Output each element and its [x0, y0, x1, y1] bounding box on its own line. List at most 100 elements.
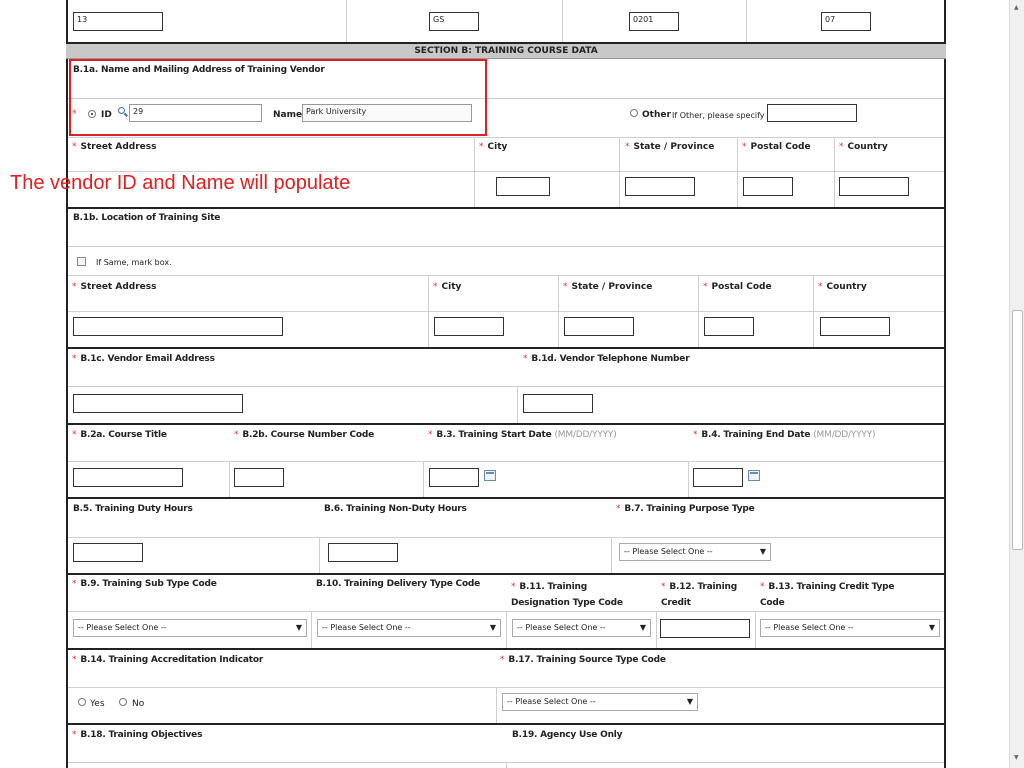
section-divider — [66, 723, 946, 725]
divider — [562, 0, 563, 42]
course-title-input[interactable] — [73, 468, 183, 487]
b19-label: B.19. Agency Use Only — [512, 730, 623, 740]
no-radio[interactable] — [119, 698, 127, 706]
source-type-select[interactable]: -- Please Select One -- ▼ — [502, 693, 698, 711]
b2a-label: * B.2a. Course Title — [72, 430, 167, 440]
divider — [68, 311, 944, 312]
vendor-state-label: * State / Province — [625, 142, 715, 152]
calendar-icon[interactable] — [748, 470, 760, 481]
site-postal-label: * Postal Code — [703, 282, 772, 292]
b6-label: B.6. Training Non-Duty Hours — [324, 504, 467, 514]
section-divider — [66, 347, 946, 349]
other-hint: If Other, please specify — [672, 111, 765, 120]
divider — [517, 386, 518, 423]
b11-label: * B.11. Training Designation Type Code — [511, 582, 623, 608]
section-divider — [66, 648, 946, 650]
calendar-icon[interactable] — [484, 470, 496, 481]
b13-label: * B.13. Training Credit Type Code — [760, 582, 895, 608]
vendor-country-label: * Country — [839, 142, 888, 152]
site-state-label: * State / Province — [563, 282, 653, 292]
site-city-label: * City — [433, 282, 462, 292]
purpose-type-select[interactable]: -- Please Select One -- ▼ — [619, 543, 771, 561]
same-location-label: If Same, mark box. — [96, 258, 172, 267]
divider — [68, 687, 944, 688]
other-radio[interactable] — [630, 109, 638, 117]
b4-label: * B.4. Training End Date (MM/DD/YYYY) — [693, 430, 876, 440]
top-field-3[interactable]: 0201 — [629, 12, 679, 31]
designation-type-select[interactable]: -- Please Select One -- ▼ — [512, 619, 651, 637]
vendor-city-label: * City — [479, 142, 508, 152]
top-field-2[interactable]: GS — [429, 12, 479, 31]
vendor-postal-input[interactable] — [743, 177, 793, 196]
divider — [755, 611, 756, 648]
b12-label: * B.12. Training Credit — [661, 582, 737, 608]
divider — [68, 137, 944, 138]
course-number-input[interactable] — [234, 468, 284, 487]
training-credit-input[interactable] — [660, 619, 750, 638]
divider — [474, 137, 475, 207]
other-label: Other — [642, 110, 671, 120]
start-date-input[interactable] — [429, 468, 479, 487]
vendor-country-input[interactable] — [839, 177, 909, 196]
divider — [688, 461, 689, 497]
vendor-city-input[interactable] — [496, 177, 550, 196]
vendor-state-input[interactable] — [625, 177, 695, 196]
scroll-down-arrow-icon[interactable]: ▼ — [1014, 754, 1019, 761]
b1b-label: B.1b. Location of Training Site — [73, 213, 221, 223]
section-b-header: SECTION B: TRAINING COURSE DATA — [66, 42, 946, 59]
yes-label: Yes — [90, 699, 105, 709]
divider — [229, 461, 230, 497]
divider — [68, 246, 944, 247]
b9-label: * B.9. Training Sub Type Code — [72, 579, 217, 589]
end-date-input[interactable] — [693, 468, 743, 487]
divider — [746, 0, 747, 42]
highlight-box — [69, 59, 487, 136]
scroll-up-arrow-icon[interactable]: ▲ — [1014, 4, 1019, 11]
no-label: No — [132, 699, 145, 709]
non-duty-hours-input[interactable] — [328, 543, 398, 562]
divider — [346, 0, 347, 42]
credit-type-select[interactable]: -- Please Select One -- ▼ — [760, 619, 940, 637]
b5-label: B.5. Training Duty Hours — [73, 504, 193, 514]
annotation-text: The vendor ID and Name will populate — [10, 172, 351, 194]
site-country-input[interactable] — [820, 317, 890, 336]
duty-hours-input[interactable] — [73, 543, 143, 562]
section-divider — [66, 573, 946, 575]
same-location-checkbox[interactable] — [77, 257, 86, 266]
b18-label: * B.18. Training Objectives — [72, 730, 203, 740]
site-country-label: * Country — [818, 282, 867, 292]
vendor-street-label: * Street Address — [72, 142, 157, 152]
divider — [656, 611, 657, 648]
divider — [619, 137, 620, 207]
yes-radio[interactable] — [78, 698, 86, 706]
vendor-phone-input[interactable] — [523, 394, 593, 413]
other-specify-input[interactable] — [767, 104, 857, 122]
vertical-scrollbar[interactable]: ▲ ▼ — [1009, 0, 1024, 768]
divider — [611, 537, 612, 573]
divider — [737, 137, 738, 207]
top-field-4[interactable]: 07 — [821, 12, 871, 31]
b14-label: * B.14. Training Accreditation Indicator — [72, 655, 264, 665]
b1d-label: * B.1d. Vendor Telephone Number — [523, 354, 690, 364]
site-state-input[interactable] — [564, 317, 634, 336]
divider — [496, 687, 497, 723]
sub-type-select[interactable]: -- Please Select One -- ▼ — [73, 619, 307, 637]
section-divider — [66, 207, 946, 209]
top-field-1[interactable]: 13 — [73, 12, 163, 31]
divider — [68, 461, 944, 462]
divider — [506, 611, 507, 648]
site-city-input[interactable] — [434, 317, 504, 336]
divider — [311, 611, 312, 648]
section-divider — [66, 497, 946, 499]
vendor-postal-label: * Postal Code — [742, 142, 811, 152]
vendor-email-input[interactable] — [73, 394, 243, 413]
site-street-input[interactable] — [73, 317, 283, 336]
section-divider — [66, 423, 946, 425]
divider — [423, 461, 424, 497]
delivery-type-select[interactable]: -- Please Select One -- ▼ — [317, 619, 501, 637]
scrollbar-thumb[interactable] — [1012, 310, 1023, 550]
site-postal-input[interactable] — [704, 317, 754, 336]
divider — [834, 137, 835, 207]
divider — [319, 537, 320, 573]
form-right-border — [944, 0, 946, 768]
